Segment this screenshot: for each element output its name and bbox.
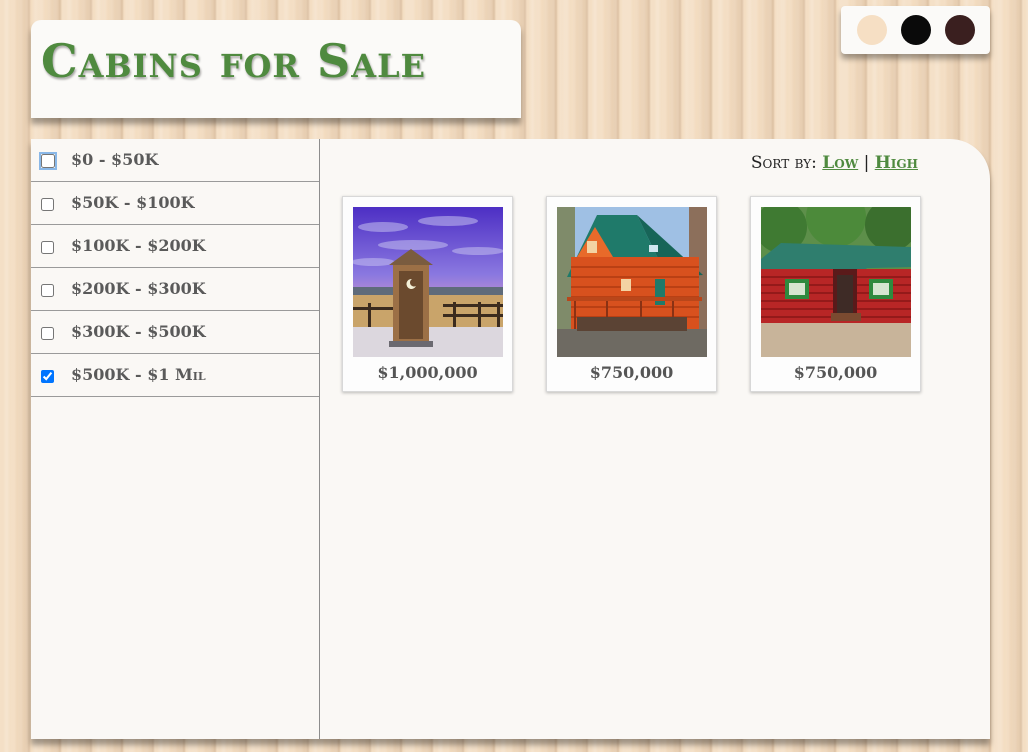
filter-row-200k-300k[interactable]: $200K - $300K: [31, 268, 319, 311]
sort-high-link[interactable]: High: [875, 153, 918, 173]
filter-label: $100K - $200K: [71, 236, 206, 255]
filter-checkbox-500k-1mil[interactable]: [41, 370, 54, 383]
sort-label: Sort by:: [750, 153, 817, 173]
swatch-brown[interactable]: [945, 15, 975, 45]
filter-label: $0 - $50K: [71, 150, 159, 169]
filter-row-0-50k[interactable]: $0 - $50K: [31, 139, 319, 182]
listing-price: $750,000: [793, 363, 878, 382]
sort-separator: |: [863, 153, 870, 173]
orange-log-cabin-photo[interactable]: [557, 207, 707, 357]
swatch-black[interactable]: [901, 15, 931, 45]
listing-price: $750,000: [589, 363, 674, 382]
swatch-cream[interactable]: [857, 15, 887, 45]
title-panel: Cabins for Sale: [31, 20, 521, 118]
content-panel: $0 - $50K $50K - $100K $100K - $200K $20…: [31, 139, 990, 739]
filter-label: $200K - $300K: [71, 279, 206, 298]
sort-bar: Sort by: Low | High: [751, 153, 918, 173]
outhouse-photo[interactable]: [353, 207, 503, 357]
filter-row-300k-500k[interactable]: $300K - $500K: [31, 311, 319, 354]
filter-checkbox-200k-300k[interactable]: [41, 284, 54, 297]
red-log-cabin-photo[interactable]: [761, 207, 911, 357]
filter-row-100k-200k[interactable]: $100K - $200K: [31, 225, 319, 268]
price-filter-sidebar: $0 - $50K $50K - $100K $100K - $200K $20…: [31, 139, 320, 739]
page-title: Cabins for Sale: [41, 34, 426, 88]
filter-checkbox-300k-500k[interactable]: [41, 327, 54, 340]
filter-checkbox-50k-100k[interactable]: [41, 198, 54, 211]
filter-checkbox-0-50k[interactable]: [41, 154, 55, 168]
filter-label: $500K - $1 Mil: [71, 365, 206, 384]
filter-row-50k-100k[interactable]: $50K - $100K: [31, 182, 319, 225]
filter-label: $50K - $100K: [71, 193, 195, 212]
listing-price: $1,000,000: [377, 363, 478, 382]
listing-card[interactable]: $1,000,000: [342, 196, 513, 392]
theme-switcher: [841, 6, 990, 54]
listing-card[interactable]: $750,000: [750, 196, 921, 392]
filter-label: $300K - $500K: [71, 322, 206, 341]
filter-row-500k-1mil[interactable]: $500K - $1 Mil: [31, 354, 319, 397]
filter-checkbox-100k-200k[interactable]: [41, 241, 54, 254]
listing-card[interactable]: $750,000: [546, 196, 717, 392]
sort-low-link[interactable]: Low: [822, 153, 858, 173]
